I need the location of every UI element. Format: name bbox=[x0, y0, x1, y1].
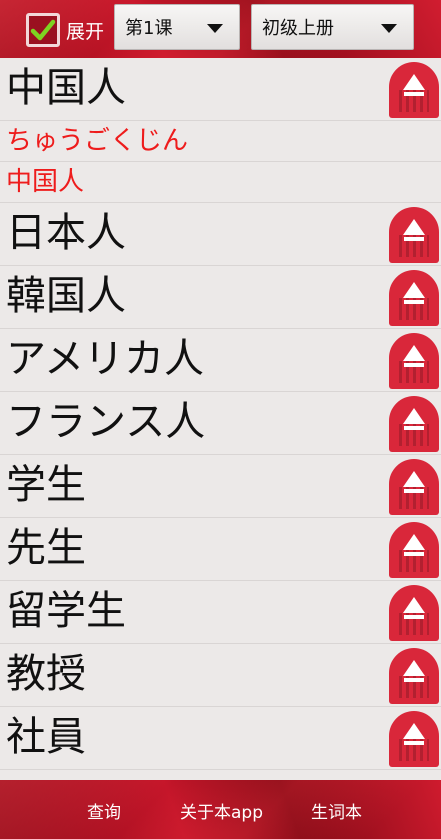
word-row[interactable]: 社員 bbox=[0, 707, 441, 770]
chevron-down-icon bbox=[207, 24, 223, 33]
play-audio-icon bbox=[403, 219, 425, 235]
play-audio-button[interactable] bbox=[389, 270, 439, 326]
word-reading-row: ちゅうごくじん bbox=[0, 121, 441, 162]
play-audio-icon bbox=[403, 597, 425, 613]
eject-bar bbox=[404, 615, 424, 619]
about-tab[interactable]: 关于本app bbox=[180, 798, 263, 823]
play-audio-button[interactable] bbox=[389, 333, 439, 389]
eject-bar bbox=[404, 678, 424, 682]
word-text: 留学生 bbox=[6, 588, 126, 634]
play-audio-icon bbox=[403, 408, 425, 424]
play-audio-icon bbox=[403, 282, 425, 298]
expand-checkbox[interactable] bbox=[26, 13, 60, 47]
word-row[interactable]: 教授 bbox=[0, 644, 441, 707]
play-audio-icon bbox=[403, 723, 425, 739]
play-audio-icon bbox=[403, 471, 425, 487]
book-select[interactable]: 初级上册 bbox=[251, 4, 414, 50]
word-row[interactable]: 韓国人 bbox=[0, 266, 441, 329]
eject-bar bbox=[404, 363, 424, 367]
word-reading: ちゅうごくじん bbox=[6, 126, 189, 156]
play-audio-button[interactable] bbox=[389, 207, 439, 263]
play-audio-button[interactable] bbox=[389, 62, 439, 118]
eject-bar bbox=[404, 741, 424, 745]
word-text: 社員 bbox=[6, 714, 86, 760]
eject-bar bbox=[404, 300, 424, 304]
book-select-value: 初级上册 bbox=[262, 18, 334, 39]
word-row[interactable]: 日本人 bbox=[0, 203, 441, 266]
word-row[interactable]: フランス人 bbox=[0, 392, 441, 455]
word-meaning: 中国人 bbox=[6, 167, 85, 197]
word-text: 教授 bbox=[6, 651, 86, 697]
check-icon bbox=[30, 19, 56, 41]
top-toolbar: 展开 第1课 初级上册 bbox=[0, 0, 441, 58]
word-text: 中国人 bbox=[6, 65, 126, 111]
eject-bar bbox=[404, 489, 424, 493]
play-audio-icon bbox=[403, 74, 425, 90]
word-meaning-row: 中国人 bbox=[0, 162, 441, 203]
word-row[interactable]: 学生 bbox=[0, 455, 441, 518]
chevron-down-icon bbox=[381, 24, 397, 33]
word-text: 先生 bbox=[6, 525, 86, 571]
play-audio-button[interactable] bbox=[389, 585, 439, 641]
vocab-book-tab[interactable]: 生词本 bbox=[311, 798, 362, 823]
expand-label: 展开 bbox=[66, 20, 105, 43]
play-audio-icon bbox=[403, 660, 425, 676]
word-row[interactable]: アメリカ人 bbox=[0, 329, 441, 392]
play-audio-icon bbox=[403, 345, 425, 361]
play-audio-button[interactable] bbox=[389, 711, 439, 767]
word-text: アメリカ人 bbox=[6, 336, 204, 382]
eject-bar bbox=[404, 92, 424, 96]
word-list: 中国人 ちゅうごくじん 中国人 日本人 韓国人 アメリカ人 フランス人 学生 先… bbox=[0, 58, 441, 780]
lesson-select-value: 第1课 bbox=[125, 18, 173, 39]
play-audio-button[interactable] bbox=[389, 459, 439, 515]
eject-bar bbox=[404, 426, 424, 430]
lesson-select[interactable]: 第1课 bbox=[114, 4, 240, 50]
bottom-nav: 查询 关于本app 生词本 bbox=[0, 780, 441, 839]
play-audio-button[interactable] bbox=[389, 396, 439, 452]
word-text: フランス人 bbox=[6, 399, 206, 445]
play-audio-button[interactable] bbox=[389, 648, 439, 704]
play-audio-icon bbox=[403, 534, 425, 550]
eject-bar bbox=[404, 552, 424, 556]
expand-toggle[interactable]: 展开 bbox=[26, 10, 104, 50]
play-audio-button[interactable] bbox=[389, 522, 439, 578]
eject-bar bbox=[404, 237, 424, 241]
word-text: 日本人 bbox=[6, 210, 126, 256]
word-text: 学生 bbox=[6, 462, 86, 508]
word-text: 韓国人 bbox=[6, 273, 126, 319]
word-row[interactable]: 中国人 bbox=[0, 58, 441, 121]
word-row[interactable]: 先生 bbox=[0, 518, 441, 581]
word-row[interactable]: 留学生 bbox=[0, 581, 441, 644]
search-tab[interactable]: 查询 bbox=[87, 798, 121, 823]
